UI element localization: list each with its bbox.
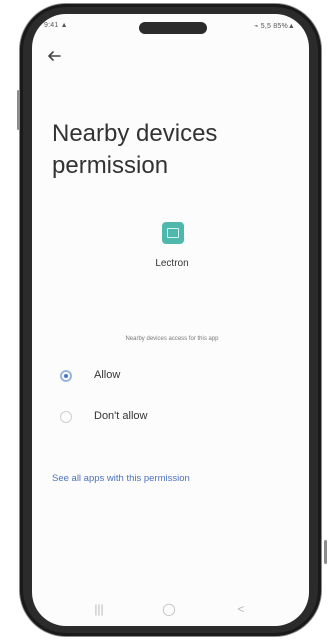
- navigation-bar: ||| ◯ <: [32, 592, 309, 626]
- option-dont-allow-label: Don't allow: [94, 410, 148, 422]
- home-icon[interactable]: ◯: [160, 600, 178, 618]
- section-label: Nearby devices access for this app: [125, 336, 219, 342]
- side-button: [324, 540, 327, 564]
- app-window-icon: [162, 222, 184, 244]
- camera-notch: [139, 22, 207, 34]
- recent-apps-icon[interactable]: |||: [90, 600, 108, 618]
- back-arrow-icon[interactable]: [46, 48, 62, 64]
- phone-screen: 9:41 ▲ ⌁ 5,5 85%▲ Nearby devices permiss…: [32, 14, 309, 626]
- volume-button: [17, 90, 20, 130]
- status-bar-left: 9:41 ▲: [44, 22, 68, 29]
- see-all-apps-link[interactable]: See all apps with this permission: [52, 473, 190, 484]
- back-nav-icon[interactable]: <: [232, 600, 250, 618]
- option-allow-label: Allow: [94, 369, 121, 381]
- option-allow[interactable]: Allow: [54, 366, 294, 388]
- app-name: Lectron: [155, 258, 189, 269]
- page-title: Nearby devices permission: [52, 120, 218, 179]
- radio-unselected-icon[interactable]: [60, 411, 72, 423]
- radio-selected-icon[interactable]: [60, 370, 72, 382]
- option-dont-allow[interactable]: Don't allow: [54, 407, 294, 429]
- status-bar-right: ⌁ 5,5 85%▲: [254, 23, 295, 30]
